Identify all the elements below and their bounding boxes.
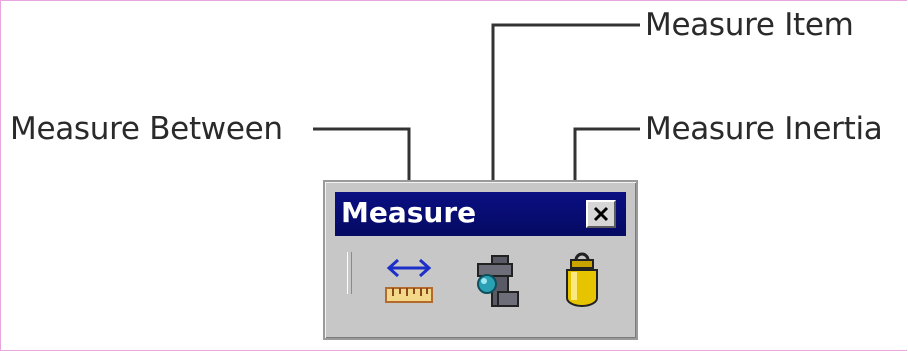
measure-inertia-button[interactable] bbox=[553, 246, 611, 316]
callout-measure-between: Measure Between bbox=[10, 111, 283, 147]
callout-measure-item: Measure Item bbox=[645, 7, 854, 43]
callout-measure-inertia: Measure Inertia bbox=[645, 111, 883, 147]
weight-icon bbox=[566, 252, 598, 307]
measure-between-button[interactable] bbox=[380, 246, 438, 316]
toolbar-title-bar[interactable]: Measure bbox=[335, 192, 626, 236]
caliper-icon bbox=[477, 255, 519, 307]
measure-item-button[interactable] bbox=[470, 246, 528, 316]
measure-toolbar[interactable]: Measure bbox=[323, 180, 638, 340]
ruler-arrow-icon bbox=[385, 258, 433, 303]
toolbar-grip[interactable] bbox=[347, 252, 352, 294]
close-button[interactable] bbox=[586, 200, 616, 228]
toolbar-icon-row bbox=[335, 240, 626, 330]
toolbar-title: Measure bbox=[341, 196, 477, 229]
close-icon bbox=[593, 206, 609, 222]
